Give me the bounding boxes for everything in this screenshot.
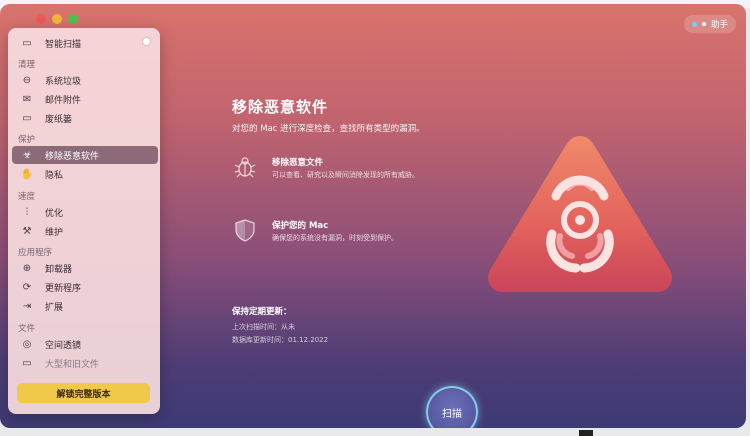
assistant-button[interactable]: 助手	[683, 15, 736, 33]
sidebar-item-uninstaller[interactable]: ⊕ 卸载器	[12, 259, 158, 277]
sidebar-item-label: 空间透镜	[45, 340, 82, 351]
database-update-time: 数据库更新时间：01.12.2022	[232, 336, 329, 344]
trash-icon: ⊖	[22, 74, 32, 86]
mail-icon: ✉	[22, 93, 32, 105]
biohazard-icon: ☣	[22, 149, 32, 161]
folder-icon: ▭	[22, 357, 32, 369]
section-applications: 应用程序	[18, 248, 53, 258]
assistant-status-icon	[691, 21, 697, 27]
sidebar-item-label: 隐私	[45, 170, 64, 181]
sidebar-item-label: 卸载器	[45, 264, 73, 275]
sidebar-item-updater[interactable]: ⟳ 更新程序	[12, 278, 158, 296]
feature-title: 移除恶意文件	[272, 158, 324, 168]
sidebar-item-mail-attachments[interactable]: ✉ 邮件附件	[12, 90, 158, 108]
bin-icon: ▭	[22, 112, 32, 124]
sidebar-item-smart-scan[interactable]: ▭ 智能扫描	[12, 34, 158, 52]
sidebar-item-label: 移除恶意软件	[45, 151, 100, 162]
minimize-window-button[interactable]	[52, 14, 62, 24]
shield-icon	[235, 219, 255, 242]
sidebar-item-extensions[interactable]: ⇥ 扩展	[12, 297, 158, 315]
page-subtitle: 对您的 Mac 进行深度检查，查找所有类型的漏洞。	[232, 124, 425, 134]
assistant-dot-icon	[701, 22, 706, 26]
updater-icon: ⟳	[22, 281, 32, 293]
feature-title: 保护您的 Mac	[272, 221, 329, 231]
biohazard-illustration-icon	[488, 136, 672, 292]
sidebar-item-label: 智能扫描	[45, 39, 82, 50]
sidebar-item-label: 大型和旧文件	[45, 359, 100, 370]
close-window-button[interactable]	[36, 14, 46, 24]
extensions-icon: ⇥	[22, 300, 32, 312]
window-controls	[36, 14, 78, 24]
keep-updated-title: 保持定期更新：	[232, 307, 292, 317]
sidebar-item-label: 废纸篓	[45, 114, 73, 125]
last-scan-time: 上次扫描时间：从未	[232, 323, 295, 331]
bug-icon	[234, 157, 256, 178]
sidebar-item-large-old-files[interactable]: ▭ 大型和旧文件	[12, 354, 158, 372]
sidebar-item-label: 系统垃圾	[45, 76, 82, 87]
feature-description: 可以查看、研究以及瞬间消除发现的所有威胁。	[272, 171, 419, 179]
lens-icon: ◎	[22, 338, 32, 350]
unlock-full-version-button[interactable]: 解锁完整版本	[17, 383, 150, 403]
sidebar-item-trash[interactable]: ▭ 废纸篓	[12, 109, 158, 127]
page-title: 移除恶意软件	[232, 98, 329, 116]
sidebar-item-maintenance[interactable]: ⚒ 维护	[12, 222, 158, 240]
sidebar-item-system-junk[interactable]: ⊖ 系统垃圾	[12, 71, 158, 89]
sidebar-item-optimization[interactable]: ⫶ 优化	[12, 203, 158, 221]
maximize-window-button[interactable]	[68, 14, 78, 24]
sliders-icon: ⫶	[25, 206, 29, 218]
sidebar: ▭ 智能扫描 清理 ⊖ 系统垃圾 ✉ 邮件附件 ▭ 废纸篓 保护 ☣ 移除恶意软…	[8, 28, 160, 414]
section-cleanup: 清理	[18, 60, 36, 70]
sidebar-item-label: 维护	[45, 227, 64, 238]
sidebar-item-label: 优化	[45, 208, 64, 219]
dock-indicator	[579, 430, 593, 436]
scan-button[interactable]: 扫描	[426, 386, 478, 428]
wrench-icon: ⚒	[22, 225, 32, 237]
uninstaller-icon: ⊕	[22, 262, 32, 274]
hand-icon: ✋	[20, 168, 34, 180]
sidebar-item-space-lens[interactable]: ◎ 空间透镜	[12, 335, 158, 353]
assistant-label: 助手	[710, 20, 728, 30]
app-window: 助手 ▭ 智能扫描 清理 ⊖ 系统垃圾 ✉ 邮件附件 ▭ 废纸篓 保护 ☣ 移除…	[0, 4, 746, 428]
sidebar-item-malware-removal[interactable]: ☣ 移除恶意软件	[12, 146, 158, 164]
sidebar-item-label: 扩展	[45, 302, 64, 313]
smart-scan-status-dot	[143, 38, 150, 45]
sidebar-item-privacy[interactable]: ✋ 隐私	[12, 165, 158, 183]
monitor-icon: ▭	[22, 37, 32, 49]
section-protection: 保护	[18, 135, 36, 145]
sidebar-item-label: 邮件附件	[45, 95, 82, 106]
section-files: 文件	[18, 324, 36, 334]
sidebar-item-label: 更新程序	[45, 283, 82, 294]
section-speed: 速度	[18, 192, 36, 202]
feature-description: 确保您的系统没有漏洞，时刻受到保护。	[272, 234, 398, 242]
